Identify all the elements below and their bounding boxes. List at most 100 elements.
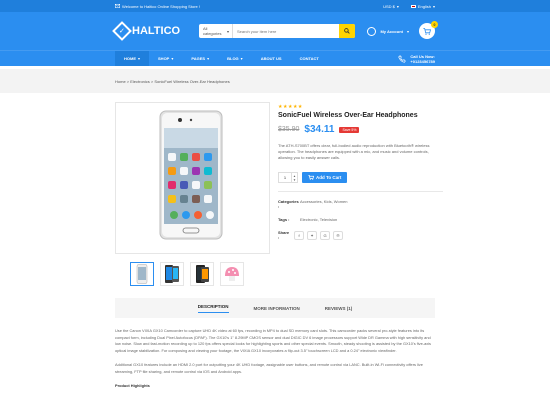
share-row: Share : f ✦ G ℗ bbox=[278, 230, 443, 240]
product-highlights-heading: Product Highlights bbox=[115, 383, 150, 388]
save-badge: Save 5% bbox=[339, 126, 360, 133]
tab-description[interactable]: DESCRIPTION bbox=[197, 304, 229, 313]
add-to-cart-button[interactable]: Add To Cart bbox=[302, 172, 348, 183]
categories-value[interactable]: Accessories, Kids, Women bbox=[300, 199, 348, 209]
nav-item-blog[interactable]: BLOG ▾ bbox=[218, 51, 252, 66]
product-info: ★★★★★ SonicFuel Wireless Over-Ear Headph… bbox=[278, 102, 443, 286]
user-icon bbox=[367, 26, 377, 36]
chevron-down-icon: ▾ bbox=[396, 3, 399, 9]
chevron-down-icon: ▾ bbox=[432, 3, 435, 9]
chevron-down-icon: ▾ bbox=[240, 56, 243, 61]
facebook-icon[interactable]: f bbox=[294, 230, 304, 240]
product-description: The ATH-S700BT offers clear, full-bodied… bbox=[278, 143, 430, 160]
nav-label: CONTACT bbox=[299, 56, 319, 61]
pinterest-icon[interactable]: ℗ bbox=[333, 230, 343, 240]
main-nav: HOME ▾ SHOP ▾ PAGES ▾ BLOG ▾ ABOUT US CONTAC… bbox=[0, 50, 550, 66]
tab-more-information[interactable]: MORE INFORMATION bbox=[254, 306, 300, 311]
cart-icon bbox=[423, 27, 431, 35]
quantity-stepper[interactable]: 1 ▲ ▼ bbox=[278, 172, 298, 183]
product-thumbnails bbox=[115, 262, 270, 286]
language-label: English bbox=[417, 3, 431, 9]
currency-selector[interactable]: USD $ ▾ bbox=[383, 4, 399, 9]
search-icon bbox=[344, 28, 350, 34]
logo-text: HALTICO bbox=[132, 25, 181, 37]
header: ✓ HALTICO All categories ▾ My Account ▾ … bbox=[0, 12, 550, 50]
thumbnail-phone-blue-icon bbox=[165, 265, 179, 283]
add-to-cart-label: Add To Cart bbox=[316, 175, 342, 180]
my-account-menu[interactable]: My Account ▾ bbox=[367, 26, 409, 36]
nav-label: ABOUT US bbox=[260, 56, 282, 61]
nav-item-pages[interactable]: PAGES ▾ bbox=[182, 51, 218, 66]
language-selector[interactable]: English ▾ bbox=[410, 3, 435, 9]
phone-icon bbox=[398, 54, 407, 63]
chevron-down-icon: ▾ bbox=[171, 56, 174, 61]
tags-label: Tags : bbox=[278, 217, 290, 222]
google-plus-icon[interactable]: G bbox=[320, 230, 330, 240]
chevron-down-icon: ▾ bbox=[226, 28, 229, 34]
flag-icon bbox=[410, 4, 416, 8]
cart-count-badge: 0 bbox=[431, 21, 438, 28]
old-price: $35.90 bbox=[278, 126, 300, 133]
nav-item-home[interactable]: HOME ▾ bbox=[115, 51, 150, 66]
search-category-label: All categories bbox=[203, 26, 222, 36]
description-paragraph: Use the Canon VIXIA GX10 Camcorder to ca… bbox=[115, 328, 431, 353]
chevron-down-icon[interactable]: ▼ bbox=[293, 178, 296, 182]
nav-item-shop[interactable]: SHOP ▾ bbox=[149, 51, 182, 66]
product-main-image[interactable] bbox=[115, 102, 270, 254]
call-number[interactable]: +0123456789 bbox=[410, 59, 435, 64]
thumbnail-3[interactable] bbox=[190, 262, 214, 286]
tab-reviews[interactable]: REVIEWS (1) bbox=[325, 306, 353, 311]
nav-item-contact[interactable]: CONTACT bbox=[291, 51, 328, 66]
thumbnail-4[interactable] bbox=[220, 262, 244, 286]
thumbnail-speaker-pink-icon bbox=[225, 267, 239, 281]
chevron-down-icon: ▾ bbox=[207, 56, 210, 61]
currency-label: USD $ bbox=[383, 3, 395, 9]
logo[interactable]: ✓ HALTICO bbox=[112, 21, 197, 41]
breadcrumb-text: Home > Electronics > SonicFuel Wireless … bbox=[115, 78, 230, 84]
product-title: SonicFuel Wireless Over-Ear Headphones bbox=[278, 112, 418, 119]
top-bar: Welcome to Haltico Online Shopping Store… bbox=[0, 0, 550, 12]
thumbnail-1[interactable] bbox=[130, 262, 154, 286]
product-tabs: DESCRIPTION MORE INFORMATION REVIEWS (1) bbox=[115, 298, 435, 318]
nav-label: BLOG bbox=[227, 56, 239, 61]
share-label: Share : bbox=[278, 230, 290, 240]
description-content: Use the Canon VIXIA GX10 Camcorder to ca… bbox=[0, 328, 550, 390]
price-block: $35.90 $34.11 Save 5% bbox=[278, 124, 443, 135]
nav-label: HOME bbox=[124, 56, 136, 61]
welcome-text: Welcome to Haltico Online Shopping Store… bbox=[122, 3, 200, 9]
tags-value[interactable]: Electronic, Television bbox=[300, 217, 337, 222]
search-input[interactable] bbox=[233, 24, 339, 38]
chevron-down-icon: ▾ bbox=[138, 56, 141, 61]
twitter-icon[interactable]: ✦ bbox=[307, 230, 317, 240]
categories-row: Categories : Accessories, Kids, Women bbox=[278, 199, 443, 209]
tags-row: Tags : Electronic, Television bbox=[278, 217, 443, 222]
quantity-value[interactable]: 1 bbox=[279, 175, 291, 180]
description-paragraph: Additional GX10 features include an HDMI… bbox=[115, 362, 423, 374]
welcome-message: Welcome to Haltico Online Shopping Store… bbox=[115, 4, 200, 9]
thumbnail-2[interactable] bbox=[160, 262, 184, 286]
product-gallery bbox=[115, 102, 270, 286]
search-bar: All categories ▾ bbox=[199, 24, 355, 38]
phone-image bbox=[159, 110, 223, 240]
thumbnail-phone-white-icon bbox=[136, 264, 148, 284]
divider bbox=[278, 191, 443, 192]
mail-icon bbox=[115, 4, 120, 8]
categories-label: Categories : bbox=[278, 199, 299, 209]
nav-label: PAGES bbox=[191, 56, 206, 61]
quantity-arrows[interactable]: ▲ ▼ bbox=[291, 173, 297, 182]
account-label: My Account bbox=[380, 28, 403, 34]
cart-icon bbox=[308, 175, 314, 180]
nav-item-about[interactable]: ABOUT US bbox=[252, 51, 291, 66]
product-section: ★★★★★ SonicFuel Wireless Over-Ear Headph… bbox=[0, 102, 550, 286]
cart-button[interactable]: 0 bbox=[419, 21, 438, 39]
search-category-select[interactable]: All categories ▾ bbox=[199, 24, 233, 38]
search-button[interactable] bbox=[339, 24, 355, 38]
nav-label: SHOP bbox=[158, 56, 170, 61]
call-us: Call Us Now: +0123456789 bbox=[398, 54, 435, 64]
chevron-down-icon: ▾ bbox=[406, 28, 409, 34]
current-price: $34.11 bbox=[304, 124, 335, 135]
thumbnail-phone-dark-icon bbox=[196, 265, 209, 283]
logo-mark-icon: ✓ bbox=[112, 21, 132, 41]
add-to-cart-row: 1 ▲ ▼ Add To Cart bbox=[278, 172, 443, 183]
breadcrumb: Home > Electronics > SonicFuel Wireless … bbox=[0, 69, 550, 93]
